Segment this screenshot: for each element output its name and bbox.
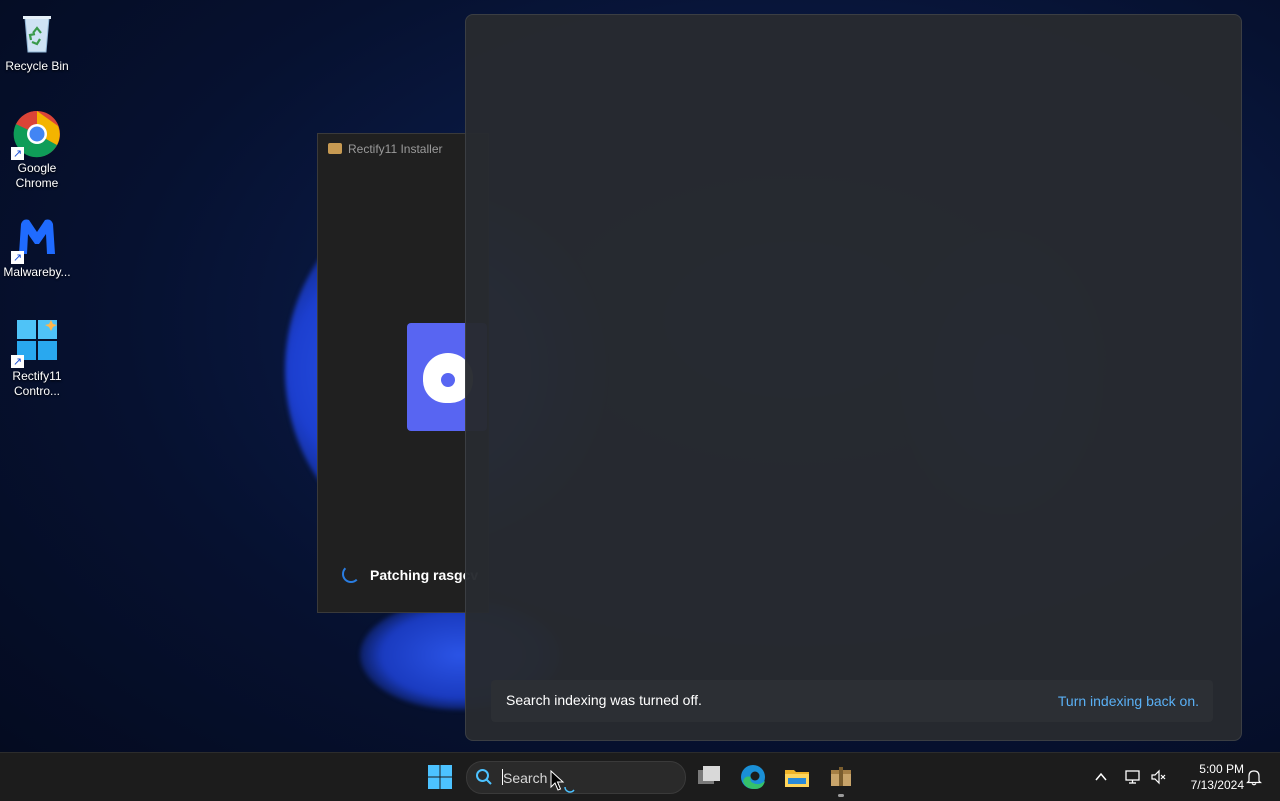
running-indicator	[838, 794, 844, 797]
task-view-button[interactable]	[693, 761, 725, 793]
installer-status: Patching rasgcv	[342, 565, 478, 583]
shortcut-arrow-icon: ↗	[11, 355, 24, 368]
edge-button[interactable]	[737, 761, 769, 793]
taskbar-search-box[interactable]	[466, 761, 686, 794]
volume-button[interactable]	[1148, 753, 1170, 801]
network-button[interactable]	[1122, 753, 1144, 801]
shortcut-arrow-icon: ↗	[11, 147, 24, 160]
installer-package-icon	[328, 143, 342, 154]
text-caret	[502, 769, 503, 785]
chrome-icon: ↗	[11, 110, 61, 160]
mouse-pointer-busy-icon	[550, 770, 575, 793]
installer-window[interactable]: Rectify11 Installer Patching rasgcv	[317, 133, 489, 613]
network-icon	[1125, 770, 1140, 784]
desktop-icon-recycle-bin[interactable]: Recycle Bin	[2, 8, 72, 74]
installer-title: Rectify11 Installer	[328, 142, 442, 156]
bell-icon	[1246, 770, 1262, 786]
clock-date: 7/13/2024	[1190, 778, 1244, 792]
recycle-bin-icon	[13, 8, 61, 56]
installer-taskbar-button[interactable]	[825, 761, 857, 797]
desktop-icon-label: Rectify11 Contro...	[12, 369, 62, 398]
desktop-icon-google-chrome[interactable]: ↗ Google Chrome	[2, 110, 72, 191]
clock[interactable]: 5:00 PM 7/13/2024	[1172, 761, 1244, 793]
turn-indexing-on-link[interactable]: Turn indexing back on.	[1058, 693, 1199, 709]
file-explorer-button[interactable]	[781, 761, 813, 793]
desktop-icon-label: Recycle Bin	[5, 59, 69, 73]
volume-muted-icon	[1151, 769, 1166, 785]
start-button[interactable]	[424, 761, 456, 793]
desktop-icon-rectify11-control[interactable]: ↗ Rectify11 Contro...	[2, 318, 72, 399]
notifications-button[interactable]	[1243, 753, 1265, 801]
malwarebytes-icon: ↗	[11, 214, 61, 264]
task-view-icon	[698, 766, 720, 784]
desktop-icon-label: Malwareby...	[3, 265, 71, 279]
folder-icon	[785, 770, 809, 787]
rectify11-icon: ↗	[11, 318, 61, 368]
taskbar: 5:00 PM 7/13/2024	[0, 752, 1280, 801]
edge-icon	[741, 765, 765, 789]
desktop-icon-label: Google Chrome	[15, 161, 59, 190]
shortcut-arrow-icon: ↗	[11, 251, 24, 264]
installer-title-text: Rectify11 Installer	[348, 142, 443, 156]
clock-time: 5:00 PM	[1199, 762, 1244, 776]
search-flyout[interactable]: Search indexing was turned off. Turn ind…	[465, 14, 1242, 741]
package-icon	[831, 767, 851, 786]
search-input[interactable]	[501, 767, 675, 789]
desktop-icon-malwarebytes[interactable]: ↗ Malwareby...	[2, 214, 72, 280]
chevron-up-icon	[1095, 772, 1107, 781]
installer-status-text: Patching rasgcv	[370, 567, 479, 583]
search-icon	[476, 769, 492, 785]
loading-spinner-icon	[342, 565, 360, 583]
indexing-notice-message: Search indexing was turned off.	[506, 692, 702, 708]
windows-logo-icon	[428, 765, 452, 789]
indexing-notice: Search indexing was turned off. Turn ind…	[491, 680, 1213, 722]
show-hidden-icons-button[interactable]	[1092, 753, 1112, 801]
